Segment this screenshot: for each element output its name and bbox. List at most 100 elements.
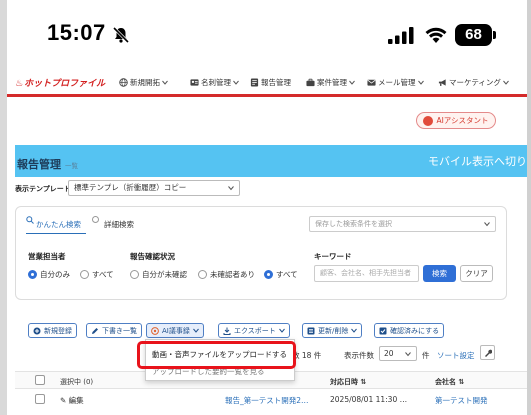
per-page-label: 表示件数 (344, 351, 374, 360)
radio-button[interactable] (80, 270, 89, 279)
chevron-down-icon (349, 80, 355, 85)
nav-label: 報告管理 (261, 78, 291, 87)
chevron-down-icon (405, 352, 411, 357)
page-header: 報告管理 一覧 モバイル表示へ切り (15, 145, 527, 177)
battery-nub (493, 31, 496, 39)
update-delete-button[interactable]: 更新/削除 (302, 323, 363, 338)
saved-search-select[interactable]: 保存した検索条件を選択 (309, 216, 496, 232)
window-edge-left (0, 0, 7, 415)
briefcase-icon (306, 78, 315, 87)
nav-item-business-cards[interactable]: 名刺管理 (190, 77, 239, 88)
status-time: 15:07 (47, 20, 106, 45)
nav-item-reports[interactable]: 報告管理 (250, 77, 291, 88)
radio-has-unconfirmed[interactable]: 未確認者あり (198, 269, 255, 280)
per-page-unit: 件 (422, 351, 430, 360)
search-button[interactable]: 検索 (423, 265, 456, 282)
search-panel: かんたん検索 詳細検索 保存した検索条件を選択 営業担当者 自分のみ すべて 報… (15, 206, 507, 300)
nav-divider (7, 94, 527, 97)
nav-label: メール管理 (378, 78, 416, 87)
header-selected: 選択中 (0) (60, 378, 94, 386)
globe-icon (119, 78, 128, 87)
mail-icon (367, 79, 376, 86)
tab-detail-search[interactable]: 詳細検索 (104, 219, 134, 230)
list-icon (307, 327, 315, 334)
chevron-down-icon (162, 80, 168, 85)
radio-button[interactable] (28, 270, 37, 279)
mark-confirmed-button[interactable]: 確認済みにする (374, 323, 445, 338)
battery-indicator: 68 (455, 24, 492, 46)
table-row: ✎ 編集 報告_第一テスト開発2… 2025/08/01 11:30 … 第一テ… (15, 389, 527, 411)
bell-slash-icon (112, 26, 130, 44)
ai-assistant-icon (423, 115, 434, 126)
chevron-down-icon (228, 186, 234, 191)
chevron-down-icon (351, 328, 358, 333)
wrench-icon (485, 349, 492, 357)
nav-label: 案件管理 (317, 78, 347, 87)
nav-label: マーケティング (449, 78, 501, 87)
export-button[interactable]: エクスポート (218, 323, 290, 338)
report-icon (250, 78, 259, 87)
page-subtitle: 一覧 (65, 162, 78, 170)
saved-search-placeholder: 保存した検索条件を選択 (315, 220, 392, 228)
nav-label: 名刺管理 (201, 78, 231, 87)
signal-icon (388, 27, 414, 44)
chevron-down-icon (278, 328, 285, 333)
keyword-input[interactable]: 顧客、会社名、相手先担当者 (314, 265, 419, 282)
row-date: 2025/08/01 11:30 … (330, 395, 408, 404)
chevron-down-icon (233, 80, 239, 85)
radio-unconfirmed-by-me[interactable]: 自分が未確認 (130, 269, 187, 280)
new-report-button[interactable]: 新規登録 (28, 323, 77, 338)
template-select-value: 標準テンプレ（折衝履歴）コピー (74, 183, 187, 192)
chevron-down-icon (484, 222, 490, 227)
chevron-down-icon (192, 328, 199, 333)
ai-assistant-button[interactable]: AIアシスタント (416, 112, 496, 129)
mobile-view-toggle[interactable]: モバイル表示へ切り (428, 153, 527, 169)
tab-active-underline (26, 233, 86, 234)
radio-own-only[interactable]: 自分のみ (28, 269, 70, 280)
template-label: 表示テンプレート (15, 185, 71, 193)
nav-label: 新規開拓 (130, 78, 160, 87)
select-all-checkbox[interactable] (35, 375, 45, 385)
template-select[interactable]: 標準テンプレ（折衝履歴）コピー (68, 180, 240, 196)
person-card-icon (190, 79, 199, 86)
app-logo[interactable]: ♨ホットプロファイル (15, 76, 105, 89)
keyword-label: キーワード (314, 252, 352, 261)
record-count: 数 18 件 (292, 351, 322, 360)
clear-button[interactable]: クリア (460, 265, 493, 282)
page-title: 報告管理 一覧 (17, 158, 78, 171)
wifi-icon (425, 27, 447, 43)
radio-status-all[interactable]: すべて (264, 269, 298, 280)
edit-link[interactable]: ✎ 編集 (60, 395, 84, 406)
ai-icon (151, 326, 159, 335)
row-checkbox[interactable] (35, 394, 45, 404)
nav-item-mail[interactable]: メール管理 (367, 77, 424, 88)
row-company-link[interactable]: 第一テスト開発 (435, 395, 488, 406)
header-company[interactable]: 会社名 ⇅ (435, 377, 464, 387)
tab-simple-search[interactable]: かんたん検索 (36, 219, 81, 230)
nav-item-new-prospecting[interactable]: 新規開拓 (119, 77, 168, 88)
header-date[interactable]: 対応日時 ⇅ (330, 377, 366, 387)
nav-item-deals[interactable]: 案件管理 (306, 77, 355, 88)
radio-rep-all[interactable]: すべて (80, 269, 114, 280)
radio-button[interactable] (130, 270, 139, 279)
radio-button[interactable] (264, 270, 273, 279)
detail-search-icon (92, 216, 99, 223)
search-icon (26, 216, 34, 224)
plus-circle-icon (33, 327, 41, 334)
ai-assistant-label: AIアシスタント (436, 116, 489, 125)
per-page-select[interactable]: 20 (379, 346, 417, 361)
report-title-link[interactable]: 報告_第一テスト開発2… (225, 395, 309, 406)
window-edge-right (527, 0, 531, 415)
drafts-button[interactable]: 下書き一覧 (86, 323, 142, 338)
app-frame: 15:07 68 ♨ホットプロファイル 新規開拓 名刺管理 報告管理 案件管理 … (0, 0, 531, 415)
sales-rep-label: 営業担当者 (28, 252, 66, 261)
chevron-down-icon (503, 80, 509, 85)
sort-settings-link[interactable]: ソート設定 (437, 350, 475, 361)
settings-button[interactable] (480, 345, 495, 360)
chevron-down-icon (417, 80, 424, 85)
nav-item-marketing[interactable]: マーケティング (438, 77, 509, 88)
ai-minutes-button[interactable]: AI議事録 (146, 323, 204, 338)
highlight-box (137, 341, 296, 369)
megaphone-icon (438, 79, 446, 86)
radio-button[interactable] (198, 270, 207, 279)
